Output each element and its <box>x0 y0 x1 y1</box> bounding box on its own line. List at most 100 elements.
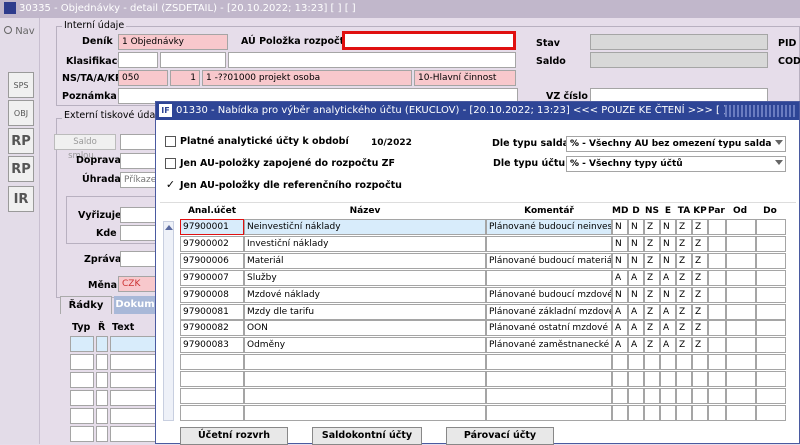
cell-d[interactable]: N <box>628 286 644 303</box>
cell-ucet[interactable] <box>180 388 244 404</box>
accounts-grid[interactable]: 97900001 Neinvestiční náklady Plánované bu… <box>180 219 794 423</box>
line-typ-cell[interactable] <box>70 336 94 352</box>
table-row[interactable]: 97900083 Odměny Plánované zaměstnanecké oA… <box>180 337 794 354</box>
cell-ns[interactable]: Z <box>644 219 660 235</box>
line-r-cell[interactable] <box>96 372 108 388</box>
cell-par[interactable] <box>708 354 726 371</box>
chk-platne[interactable] <box>165 136 176 147</box>
cell-d[interactable]: A <box>628 320 644 337</box>
cell-ucet[interactable]: 97900001 <box>180 219 244 235</box>
cell-ns[interactable]: Z <box>644 252 660 269</box>
lines-grid[interactable] <box>70 336 158 444</box>
line-text-cell[interactable] <box>110 390 158 406</box>
cell-e[interactable] <box>660 388 676 404</box>
cell-komentar[interactable] <box>486 269 612 286</box>
cell-par[interactable] <box>708 235 726 252</box>
kp-field[interactable]: 10-Hlavní činnost <box>414 70 516 86</box>
cell-ns[interactable]: Z <box>644 303 660 320</box>
cell-do[interactable] <box>756 235 786 252</box>
cell-kp[interactable]: Z <box>692 252 708 269</box>
line-r-cell[interactable] <box>96 354 108 370</box>
zprava-field[interactable] <box>120 251 156 267</box>
cell-do[interactable] <box>756 388 786 404</box>
tab-radky[interactable]: Řádky <box>60 296 112 314</box>
cell-e[interactable]: N <box>660 286 676 303</box>
table-row[interactable] <box>180 371 794 388</box>
cell-md[interactable] <box>612 354 628 371</box>
ucetni-rozvrh-button[interactable]: Účetní rozvrh <box>180 427 288 445</box>
cell-komentar[interactable]: Plánované základní mzdové n <box>486 303 612 320</box>
cell-md[interactable]: N <box>612 286 628 303</box>
dle-salda-select[interactable]: % - Všechny AU bez omezení typu salda <box>566 136 786 152</box>
line-typ-cell[interactable] <box>70 426 94 442</box>
cell-d[interactable] <box>628 371 644 388</box>
cell-do[interactable] <box>756 252 786 269</box>
line-text-cell[interactable] <box>110 336 158 352</box>
cell-ta[interactable]: Z <box>676 303 692 320</box>
cell-d[interactable] <box>628 354 644 371</box>
cell-ns[interactable]: Z <box>644 269 660 286</box>
line-r-cell[interactable] <box>96 408 108 424</box>
cell-od[interactable] <box>726 388 756 404</box>
cell-nazev[interactable]: Mzdové náklady <box>244 286 486 303</box>
cell-kp[interactable] <box>692 371 708 388</box>
cell-d[interactable] <box>628 388 644 404</box>
cell-komentar[interactable] <box>486 371 612 388</box>
cell-nazev[interactable]: Mzdy dle tarifu <box>244 303 486 320</box>
cell-d[interactable]: A <box>628 303 644 320</box>
rp-tool-button[interactable]: RP <box>8 128 34 154</box>
cell-do[interactable] <box>756 354 786 371</box>
cell-nazev[interactable] <box>244 388 486 404</box>
table-row[interactable]: 97900002 Investiční náklady N N Z N Z Z <box>180 235 794 253</box>
cell-od[interactable] <box>726 337 756 354</box>
cell-e[interactable]: A <box>660 337 676 354</box>
line-typ-cell[interactable] <box>70 408 94 424</box>
cell-od[interactable] <box>726 371 756 388</box>
klasifikace-field-3[interactable] <box>228 52 516 68</box>
cell-komentar[interactable]: Plánované zaměstnanecké o <box>486 337 612 354</box>
chk-zapojene[interactable] <box>165 158 176 169</box>
table-row[interactable]: 97900006 Materiál Plánované budoucí materi… <box>180 252 794 270</box>
line-typ-cell[interactable] <box>70 354 94 370</box>
cell-ta[interactable]: Z <box>676 286 692 303</box>
cell-par[interactable] <box>708 371 726 388</box>
cell-od[interactable] <box>726 303 756 320</box>
cell-par[interactable] <box>708 388 726 404</box>
cell-ucet[interactable]: 97900083 <box>180 337 244 354</box>
obj-tool-button[interactable]: OBJ <box>8 100 34 126</box>
cell-do[interactable] <box>756 219 786 235</box>
cell-kp[interactable] <box>692 388 708 404</box>
table-row[interactable] <box>180 388 794 405</box>
cell-par[interactable] <box>708 219 726 235</box>
cell-ta[interactable]: Z <box>676 252 692 269</box>
line-text-cell[interactable] <box>110 408 158 424</box>
cell-ns[interactable]: Z <box>644 235 660 252</box>
sps-tool-button[interactable]: SPS <box>8 72 34 98</box>
line-r-cell[interactable] <box>96 426 108 442</box>
cell-ucet[interactable] <box>180 371 244 388</box>
cell-nazev[interactable]: Materiál <box>244 252 486 269</box>
cell-d[interactable]: N <box>628 219 644 235</box>
cell-ns[interactable] <box>644 371 660 388</box>
cell-md[interactable] <box>612 371 628 388</box>
cell-ns[interactable]: Z <box>644 337 660 354</box>
line-text-cell[interactable] <box>110 426 158 442</box>
cell-e[interactable]: A <box>660 269 676 286</box>
parovaci-ucty-button[interactable]: Párovací účty <box>446 427 554 445</box>
cell-ta[interactable] <box>676 404 692 421</box>
cell-komentar[interactable] <box>486 388 612 404</box>
scroll-up-icon[interactable] <box>164 225 173 230</box>
saldokontni-ucty-button[interactable]: Saldokontní účty <box>312 427 422 445</box>
cell-d[interactable]: A <box>628 269 644 286</box>
ir-tool-button[interactable]: IR <box>8 186 34 212</box>
cell-do[interactable] <box>756 371 786 388</box>
cell-md[interactable]: A <box>612 303 628 320</box>
cell-par[interactable] <box>708 286 726 303</box>
cell-kp[interactable] <box>692 354 708 371</box>
cell-ucet[interactable]: 97900008 <box>180 286 244 303</box>
au-polozka-field[interactable] <box>342 31 516 50</box>
cell-par[interactable] <box>708 404 726 421</box>
table-row[interactable]: 97900007 Služby A A Z A Z Z <box>180 269 794 287</box>
cell-kp[interactable]: Z <box>692 219 708 235</box>
cell-od[interactable] <box>726 269 756 286</box>
